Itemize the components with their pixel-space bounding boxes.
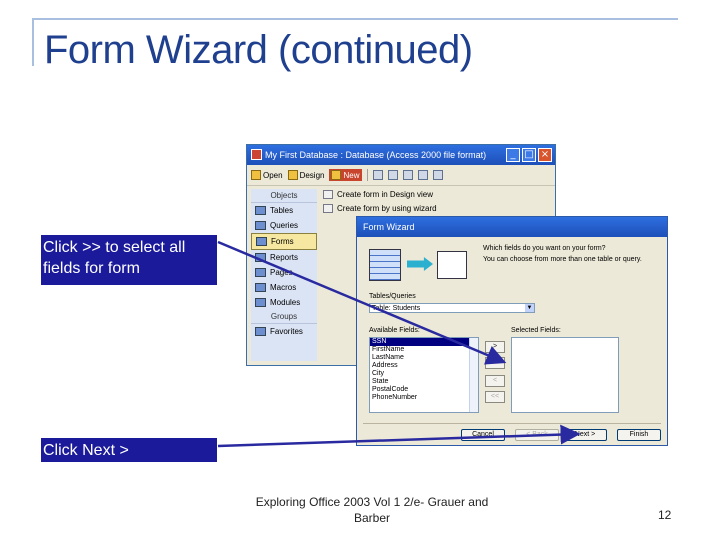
query-icon bbox=[255, 221, 266, 230]
list-item[interactable]: Create form by using wizard bbox=[323, 201, 437, 215]
details-view-icon[interactable] bbox=[432, 170, 443, 180]
forms-list: Create form in Design view Create form b… bbox=[323, 187, 437, 215]
report-icon bbox=[255, 253, 266, 262]
remove-all-fields-button[interactable]: << bbox=[485, 391, 505, 403]
sidebar-item-favorites[interactable]: Favorites bbox=[251, 324, 317, 339]
sidebar-item-queries[interactable]: Queries bbox=[251, 218, 317, 233]
new-icon bbox=[331, 170, 342, 180]
list-item[interactable]: PhoneNumber bbox=[370, 394, 478, 402]
slide-footer: Exploring Office 2003 Vol 1 2/e- Grauer … bbox=[255, 495, 489, 525]
tables-queries-select[interactable]: Table: Students ▼ bbox=[369, 303, 535, 313]
groups-header: Groups bbox=[251, 310, 317, 324]
sidebar-item-reports[interactable]: Reports bbox=[251, 250, 317, 265]
callout-select-all: Click >> to select all fields for form bbox=[41, 235, 217, 285]
sidebar-item-macros[interactable]: Macros bbox=[251, 280, 317, 295]
title-rule-top bbox=[32, 18, 678, 20]
design-view-icon bbox=[323, 189, 333, 199]
form-wizard-dialog: Form Wizard Which fields do you want on … bbox=[356, 216, 668, 446]
access-app-icon bbox=[251, 149, 262, 160]
page-icon bbox=[255, 268, 266, 277]
database-window-title: My First Database : Database (Access 200… bbox=[265, 150, 487, 160]
list-item[interactable]: City bbox=[370, 370, 478, 378]
chevron-down-icon[interactable]: ▼ bbox=[525, 304, 534, 312]
add-all-fields-button[interactable]: >> bbox=[485, 357, 505, 369]
table-grid-icon bbox=[369, 249, 401, 281]
form-layout-icon bbox=[437, 251, 467, 279]
large-icons-icon[interactable] bbox=[387, 170, 398, 180]
add-field-button[interactable]: > bbox=[485, 341, 505, 353]
delete-icon[interactable] bbox=[372, 170, 383, 180]
list-item[interactable]: PostalCode bbox=[370, 386, 478, 394]
sidebar-item-tables[interactable]: Tables bbox=[251, 203, 317, 218]
wizard-footer-divider bbox=[363, 423, 661, 424]
close-button[interactable]: × bbox=[538, 148, 552, 162]
tables-queries-label: Tables/Queries bbox=[369, 293, 416, 300]
favorites-icon bbox=[255, 327, 266, 336]
list-item[interactable]: Address bbox=[370, 362, 478, 370]
back-button[interactable]: < Back bbox=[515, 429, 559, 441]
design-icon bbox=[287, 170, 298, 180]
available-fields-label: Available Fields: bbox=[369, 327, 420, 334]
next-button[interactable]: Next > bbox=[563, 429, 607, 441]
form-wizard-titlebar[interactable]: Form Wizard bbox=[357, 217, 667, 237]
objects-header: Objects bbox=[251, 189, 317, 203]
wizard-icon bbox=[323, 203, 333, 213]
list-item[interactable]: State bbox=[370, 378, 478, 386]
open-button[interactable]: Open bbox=[251, 170, 283, 180]
wizard-illustration bbox=[369, 245, 469, 285]
table-icon bbox=[255, 206, 266, 215]
form-icon bbox=[256, 237, 267, 246]
remove-field-button[interactable]: < bbox=[485, 375, 505, 387]
toolbar-separator bbox=[366, 169, 368, 181]
list-item[interactable]: LastName bbox=[370, 354, 478, 362]
macro-icon bbox=[255, 283, 266, 292]
page-number: 12 bbox=[658, 508, 672, 522]
small-icons-icon[interactable] bbox=[402, 170, 413, 180]
new-button[interactable]: New bbox=[329, 169, 362, 181]
minimize-button[interactable]: _ bbox=[506, 148, 520, 162]
slide-title: Form Wizard (continued) bbox=[44, 28, 473, 72]
database-window-titlebar[interactable]: My First Database : Database (Access 200… bbox=[247, 145, 555, 165]
arrow-right-icon bbox=[407, 257, 433, 271]
list-item[interactable]: SSN bbox=[370, 338, 478, 346]
module-icon bbox=[255, 298, 266, 307]
selected-fields-label: Selected Fields: bbox=[511, 327, 561, 334]
objects-sidebar: Objects Tables Queries Forms Reports Pag… bbox=[251, 189, 317, 361]
open-icon bbox=[251, 170, 261, 180]
sidebar-item-modules[interactable]: Modules bbox=[251, 295, 317, 310]
design-button[interactable]: Design bbox=[287, 170, 324, 180]
list-item[interactable]: FirstName bbox=[370, 346, 478, 354]
title-rule-left bbox=[32, 18, 34, 66]
selected-fields-list[interactable] bbox=[511, 337, 619, 413]
callout-next: Click Next > bbox=[41, 438, 217, 462]
window-controls: _ □ × bbox=[506, 148, 552, 162]
form-wizard-title: Form Wizard bbox=[363, 222, 415, 232]
sidebar-item-pages[interactable]: Pages bbox=[251, 265, 317, 280]
available-fields-list[interactable]: SSN FirstName LastName Address City Stat… bbox=[369, 337, 479, 413]
maximize-button[interactable]: □ bbox=[522, 148, 536, 162]
sidebar-item-forms[interactable]: Forms bbox=[251, 233, 317, 250]
cancel-button[interactable]: Cancel bbox=[461, 429, 505, 441]
fields-scrollbar[interactable] bbox=[469, 338, 478, 412]
wizard-instructions: Which fields do you want on your form? Y… bbox=[483, 245, 642, 263]
database-toolbar: Open Design New bbox=[247, 165, 555, 186]
finish-button[interactable]: Finish bbox=[617, 429, 661, 441]
list-view-icon[interactable] bbox=[417, 170, 428, 180]
list-item[interactable]: Create form in Design view bbox=[323, 187, 437, 201]
